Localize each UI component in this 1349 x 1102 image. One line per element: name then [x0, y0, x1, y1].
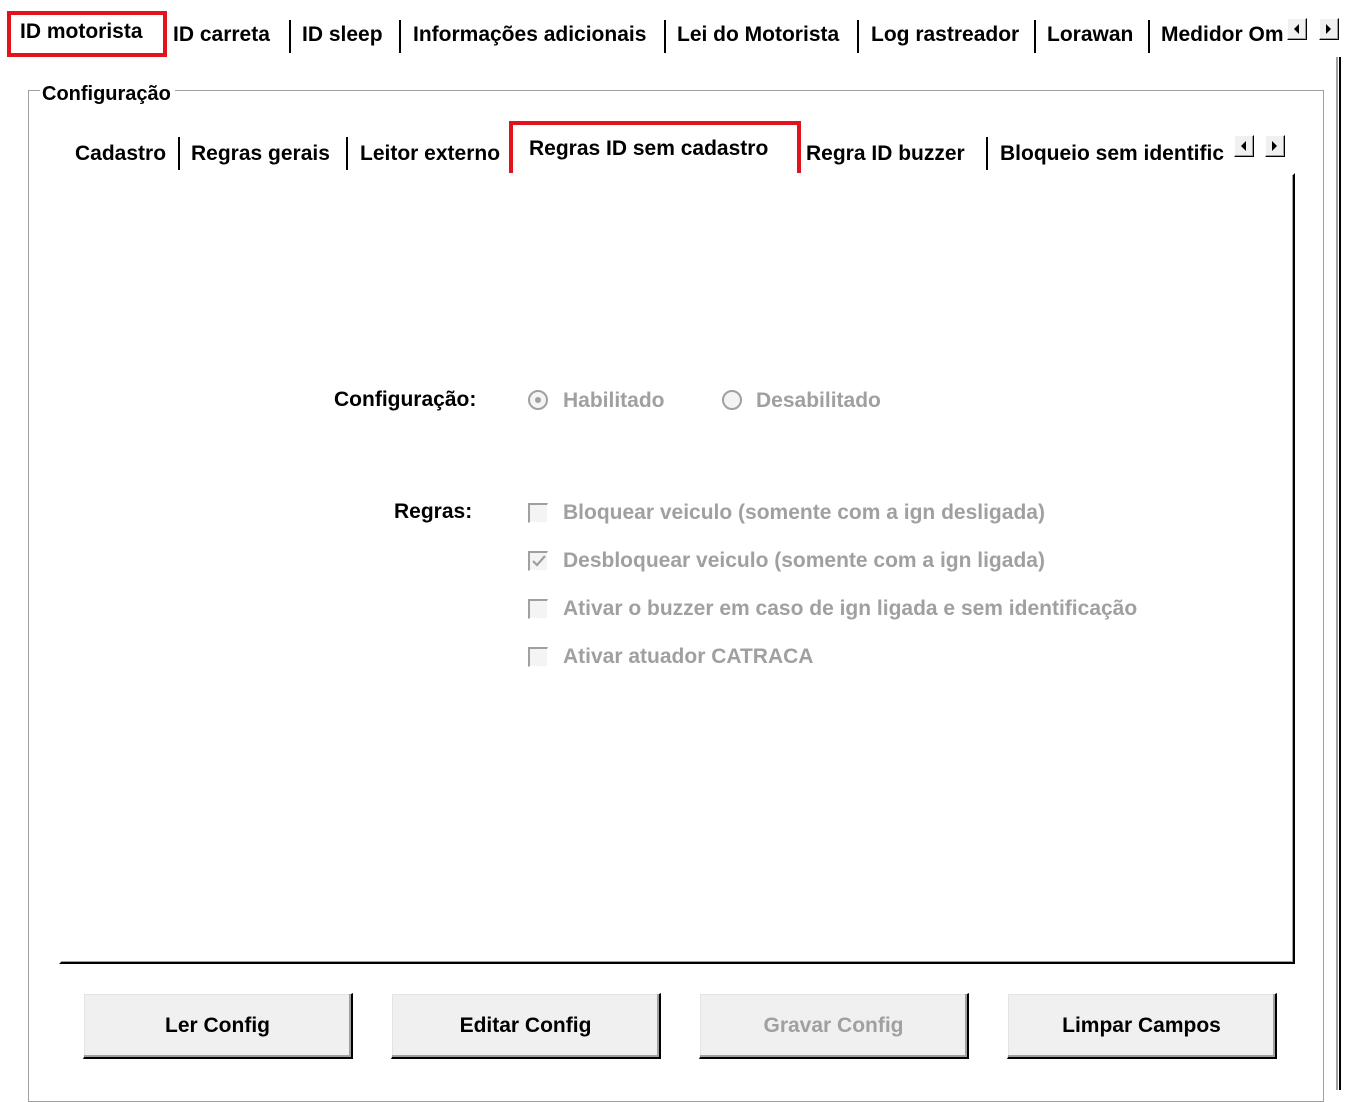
ler-config-button[interactable]: Ler Config [83, 993, 353, 1059]
checkbox-bloquear-veiculo[interactable] [528, 503, 548, 523]
inner-tab-regra-id-buzzer[interactable]: Regra ID buzzer [806, 142, 965, 166]
rule-label-desbloquear-veiculo[interactable]: Desbloquear veiculo (somente com a ign l… [563, 549, 1045, 573]
radio-desabilitado-label[interactable]: Desabilitado [756, 389, 881, 413]
tab-separator [1034, 20, 1036, 53]
checkmark-icon [532, 555, 546, 567]
arrow-right-icon [1272, 141, 1277, 151]
top-tab-line [165, 55, 1349, 56]
checkbox-ativar-buzzer[interactable] [528, 599, 548, 619]
radio-desabilitado[interactable] [722, 390, 742, 410]
outer-tab-page-right-edge [1339, 57, 1341, 1090]
inner-tab-scroll-right[interactable] [1265, 135, 1285, 157]
tab-separator [857, 20, 859, 53]
limpar-campos-button[interactable]: Limpar Campos [1007, 993, 1277, 1059]
top-tab-lorawan[interactable]: Lorawan [1047, 23, 1133, 47]
top-tab-informacoes-adicionais[interactable]: Informações adicionais [413, 23, 646, 47]
top-tab-scroll-right[interactable] [1319, 18, 1339, 40]
tab-separator [346, 137, 348, 170]
top-tab-id-sleep[interactable]: ID sleep [302, 23, 383, 47]
top-tab-log-rastreador[interactable]: Log rastreador [871, 23, 1019, 47]
arrow-left-icon [1241, 141, 1246, 151]
radio-habilitado-label[interactable]: Habilitado [563, 389, 665, 413]
checkbox-ativar-catraca[interactable] [528, 647, 548, 667]
outer-tab-page-left-edge [9, 57, 11, 1090]
rule-label-ativar-buzzer[interactable]: Ativar o buzzer em caso de ign ligada e … [563, 597, 1137, 621]
group-box-title: Configuração [40, 83, 175, 106]
outer-tab-page-right-shadow [1336, 57, 1338, 1090]
tab-separator [1148, 20, 1150, 53]
editar-config-button[interactable]: Editar Config [391, 993, 661, 1059]
inner-tab-scroll-left[interactable] [1234, 135, 1254, 157]
top-tab-id-carreta[interactable]: ID carreta [173, 23, 270, 47]
rule-label-bloquear-veiculo[interactable]: Bloquear veiculo (somente com a ign desl… [563, 501, 1045, 525]
inner-tab-regras-gerais[interactable]: Regras gerais [191, 142, 330, 166]
inner-tab-bloqueio-sem-identific[interactable]: Bloqueio sem identific [1000, 142, 1232, 166]
arrow-right-icon [1326, 24, 1331, 34]
configuracao-label: Configuração: [334, 388, 477, 411]
arrow-left-icon [1294, 24, 1299, 34]
tab-separator [399, 20, 401, 53]
tab-separator [986, 137, 988, 170]
rule-label-ativar-catraca[interactable]: Ativar atuador CATRACA [563, 645, 813, 669]
top-tab-medidor[interactable]: Medidor Om [1161, 23, 1285, 47]
inner-tab-cadastro[interactable]: Cadastro [75, 142, 166, 166]
highlight-inner-tab [509, 121, 801, 178]
tab-separator [289, 20, 291, 53]
inner-tab-leitor-externo[interactable]: Leitor externo [360, 142, 500, 166]
regras-label: Regras: [394, 500, 473, 523]
gravar-config-button[interactable]: Gravar Config [699, 993, 969, 1059]
radio-dot-icon [535, 397, 541, 403]
radio-habilitado[interactable] [528, 390, 548, 410]
tab-separator [664, 20, 666, 53]
tab-separator [178, 137, 180, 170]
top-tab-lei-do-motorista[interactable]: Lei do Motorista [677, 23, 839, 47]
top-tab-scroll-left[interactable] [1287, 18, 1307, 40]
highlight-top-tab [7, 11, 167, 57]
checkbox-desbloquear-veiculo[interactable] [528, 551, 548, 571]
